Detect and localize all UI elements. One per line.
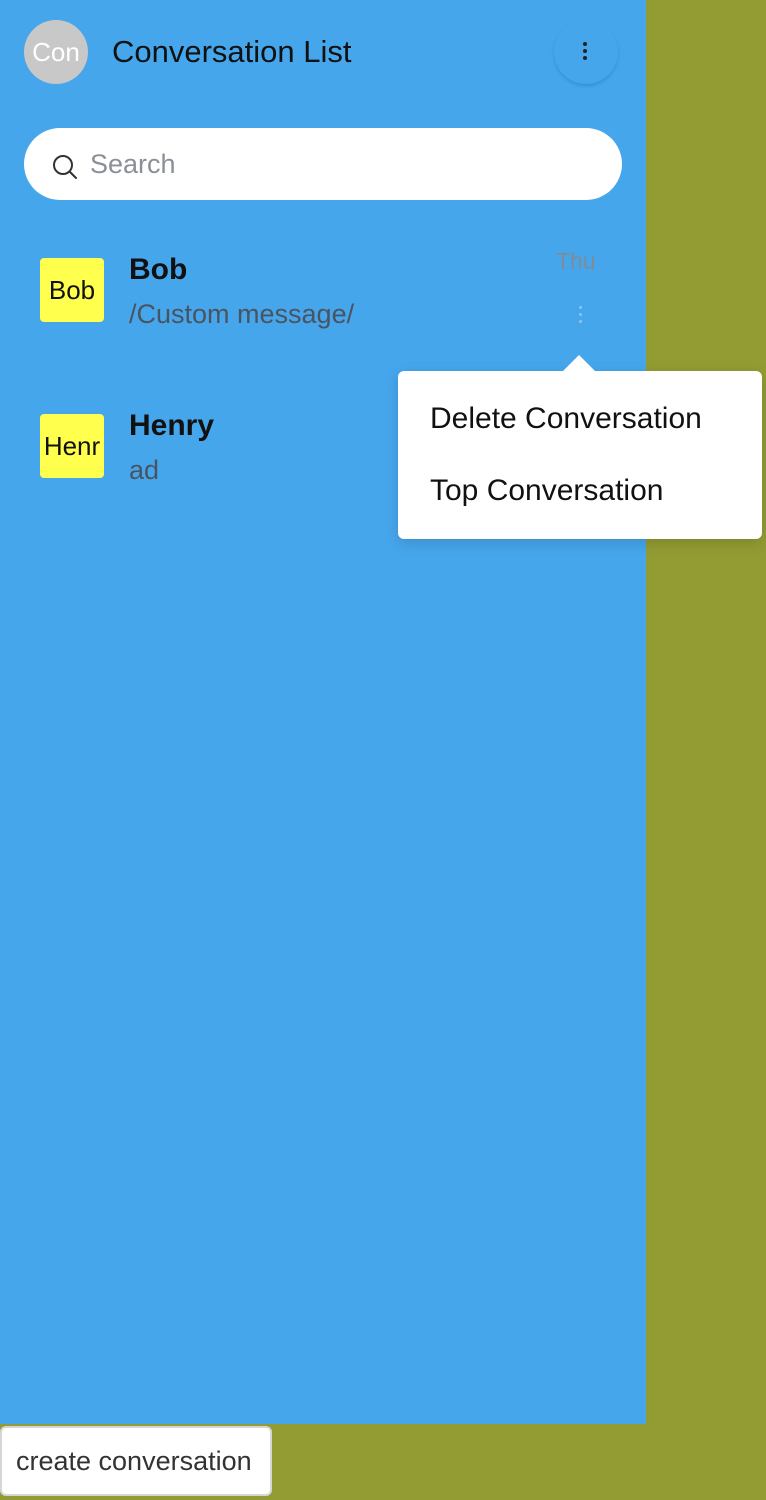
conversation-name: Henry [129, 409, 215, 442]
conversation-avatar: Henr [40, 414, 104, 478]
create-conversation-button[interactable]: create conversation [0, 1426, 272, 1496]
user-avatar[interactable]: Con [24, 20, 88, 84]
search-placeholder: Search [90, 149, 176, 179]
conversation-time: Thu [556, 248, 596, 274]
search-input[interactable]: Search [24, 128, 622, 200]
top-conversation-menu-item[interactable]: Top Conversation [430, 471, 663, 511]
header-menu-button[interactable] [554, 20, 618, 84]
conversation-avatar: Bob [40, 258, 104, 322]
delete-conversation-menu-item[interactable]: Delete Conversation [430, 399, 702, 439]
conversation-last-message: ad [129, 455, 160, 485]
conversation-name: Bob [129, 253, 188, 286]
popup-arrow [562, 355, 596, 372]
more-vertical-icon [583, 42, 587, 63]
page-title: Conversation List [112, 34, 352, 69]
search-icon [53, 155, 77, 179]
conversation-context-menu: Delete Conversation Top Conversation [398, 355, 762, 539]
conversation-list-header: Con Conversation List [0, 0, 646, 104]
conversation-item-bob[interactable]: Bob Bob /Custom message/ Thu [0, 226, 646, 356]
conversation-last-message: /Custom message/ [129, 299, 355, 329]
conversation-list-panel: Con Conversation List Search Bob Bob /Cu… [0, 0, 646, 1424]
more-vertical-icon[interactable] [579, 306, 582, 327]
